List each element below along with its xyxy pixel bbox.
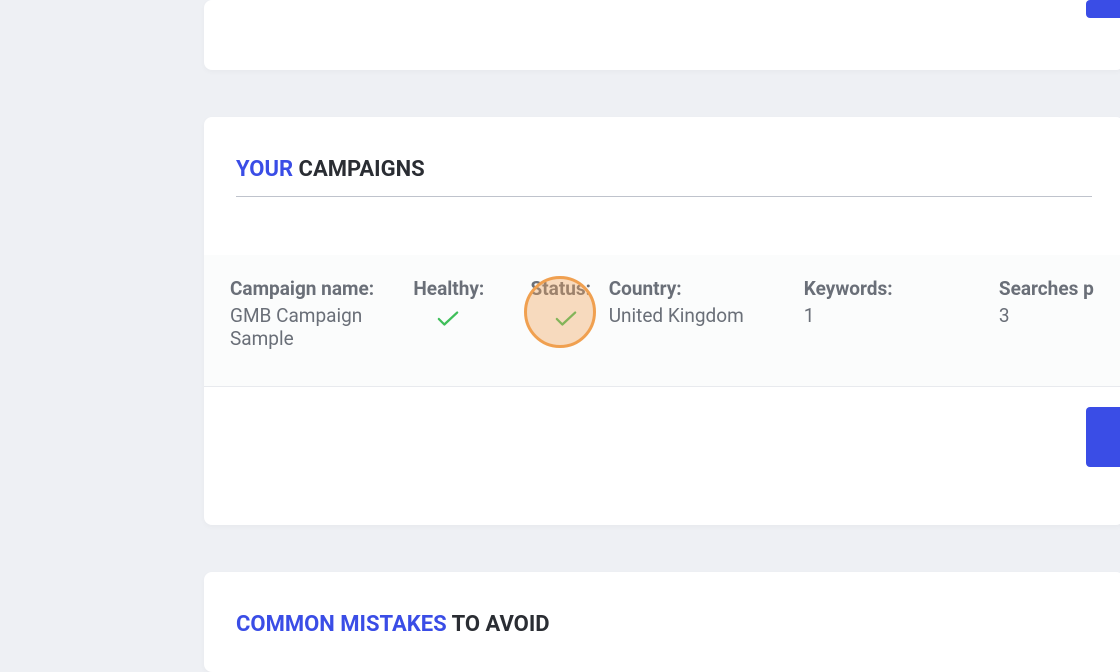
campaigns-card: YOUR CAMPAIGNS Campaign name: GMB Campai… <box>204 117 1120 525</box>
mistakes-title-rest: TO AVOID <box>447 612 550 637</box>
value-campaign-name: GMB Campaign Sample <box>230 304 405 350</box>
col-country: Country: United Kingdom <box>605 277 800 350</box>
col-keywords: Keywords: 1 <box>800 277 995 350</box>
value-country: United Kingdom <box>609 304 796 327</box>
value-keywords: 1 <box>804 304 991 327</box>
value-healthy <box>413 304 522 333</box>
header-status: Status: <box>531 277 601 300</box>
value-status <box>531 304 601 333</box>
status-check-icon <box>555 310 577 333</box>
mistakes-card: COMMON MISTAKES TO AVOID <box>204 572 1120 672</box>
col-searches: Searches p 3 <box>995 277 1112 350</box>
value-searches: 3 <box>999 304 1108 327</box>
top-card <box>204 0 1120 70</box>
header-keywords: Keywords: <box>804 277 991 300</box>
header-campaign-name: Campaign name: <box>230 277 405 300</box>
mistakes-title-accent: COMMON MISTAKES <box>236 612 447 637</box>
healthy-check-icon <box>437 310 459 333</box>
campaigns-title: YOUR CAMPAIGNS <box>236 117 1092 197</box>
main-action-button[interactable] <box>1086 407 1120 467</box>
header-country: Country: <box>609 277 796 300</box>
col-campaign-name: Campaign name: GMB Campaign Sample <box>216 277 409 350</box>
mistakes-title: COMMON MISTAKES TO AVOID <box>236 572 1092 651</box>
col-healthy: Healthy: <box>409 277 526 350</box>
header-healthy: Healthy: <box>413 277 522 300</box>
campaigns-title-accent: YOUR <box>236 157 293 182</box>
header-searches: Searches p <box>999 277 1108 300</box>
campaigns-title-rest: CAMPAIGNS <box>293 157 425 182</box>
top-action-button[interactable] <box>1086 0 1120 18</box>
col-status: Status: <box>527 277 605 350</box>
campaign-row[interactable]: Campaign name: GMB Campaign Sample Healt… <box>204 255 1120 387</box>
